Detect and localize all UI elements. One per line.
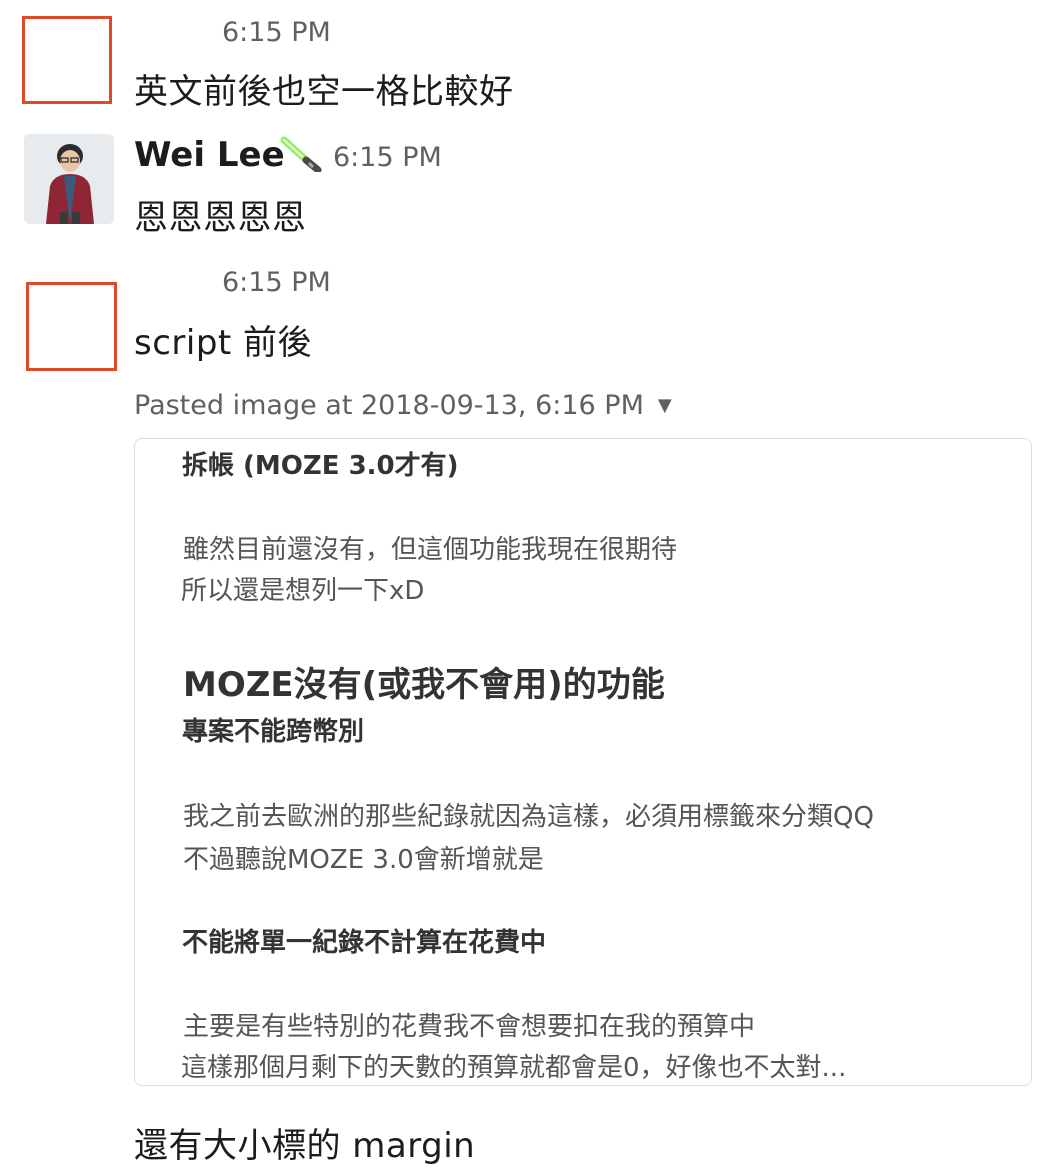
lightsaber-emoji-icon xyxy=(278,136,322,174)
message-text: script 前後 xyxy=(134,323,313,363)
message-timestamp[interactable]: 6:15 PM xyxy=(333,142,442,173)
message-timestamp[interactable]: 6:15 PM xyxy=(222,267,331,298)
user-photo-icon xyxy=(24,134,114,224)
avatar-placeholder[interactable] xyxy=(22,16,112,104)
message-text: 英文前後也空一格比較好 xyxy=(134,72,514,112)
doc-paragraph-line: 主要是有些特別的花費我不會想要扣在我的預算中 xyxy=(183,1012,756,1042)
message-author[interactable]: Wei Lee xyxy=(134,135,285,175)
doc-heading: MOZE沒有(或我不會用)的功能 xyxy=(183,665,665,705)
attachment-title-text[interactable]: Pasted image at 2018-09-13, 6:16 PM xyxy=(134,390,644,421)
doc-heading: 拆帳 (MOZE 3.0才有) xyxy=(182,451,459,481)
avatar-placeholder[interactable] xyxy=(26,282,117,371)
message-text: 還有大小標的 margin xyxy=(134,1126,476,1166)
attachment-title[interactable]: Pasted image at 2018-09-13, 6:16 PM ▼ xyxy=(134,390,672,421)
attachment-image[interactable]: 拆帳 (MOZE 3.0才有) 雖然目前還沒有，但這個功能我現在很期待 所以還是… xyxy=(134,438,1032,1086)
message-text: 恩恩恩恩恩 xyxy=(134,198,307,238)
avatar[interactable] xyxy=(24,134,114,224)
doc-paragraph-line: 我之前去歐洲的那些紀錄就因為這樣，必須用標籤來分類QQ xyxy=(183,802,874,832)
doc-paragraph-line: 這樣那個月剩下的天數的預算就都會是0，好像也不太對... xyxy=(181,1053,847,1083)
doc-paragraph-line: 所以還是想列一下xD xyxy=(181,576,425,606)
caret-down-icon[interactable]: ▼ xyxy=(658,395,672,416)
doc-paragraph-line: 不過聽說MOZE 3.0會新增就是 xyxy=(183,845,544,875)
doc-paragraph-line: 雖然目前還沒有，但這個功能我現在很期待 xyxy=(183,535,678,565)
message-timestamp[interactable]: 6:15 PM xyxy=(222,17,331,48)
doc-heading: 專案不能跨幣別 xyxy=(182,717,365,747)
doc-heading: 不能將單一紀錄不計算在花費中 xyxy=(182,928,547,958)
